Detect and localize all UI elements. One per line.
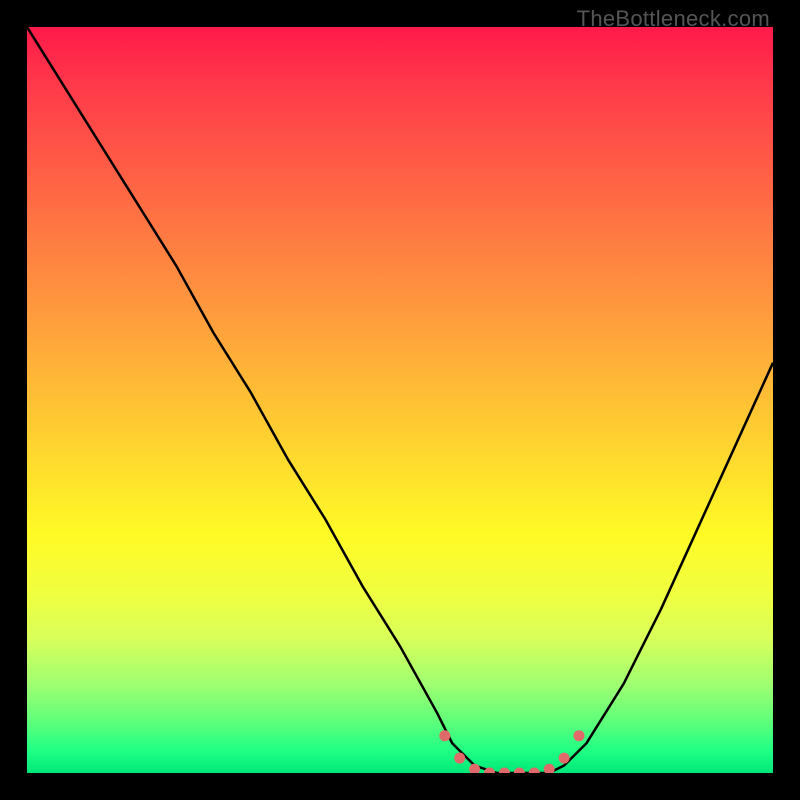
marker-dot xyxy=(529,768,540,774)
marker-dot xyxy=(514,768,525,774)
marker-dot xyxy=(544,764,555,773)
bottleneck-curve-line xyxy=(27,27,773,773)
chart-svg xyxy=(27,27,773,773)
marker-dot xyxy=(454,753,465,764)
marker-dot xyxy=(559,753,570,764)
chart-container: TheBottleneck.com xyxy=(0,0,800,800)
marker-dot xyxy=(439,730,450,741)
marker-dot xyxy=(574,730,585,741)
marker-dot xyxy=(499,768,510,774)
marker-dot xyxy=(469,764,480,773)
